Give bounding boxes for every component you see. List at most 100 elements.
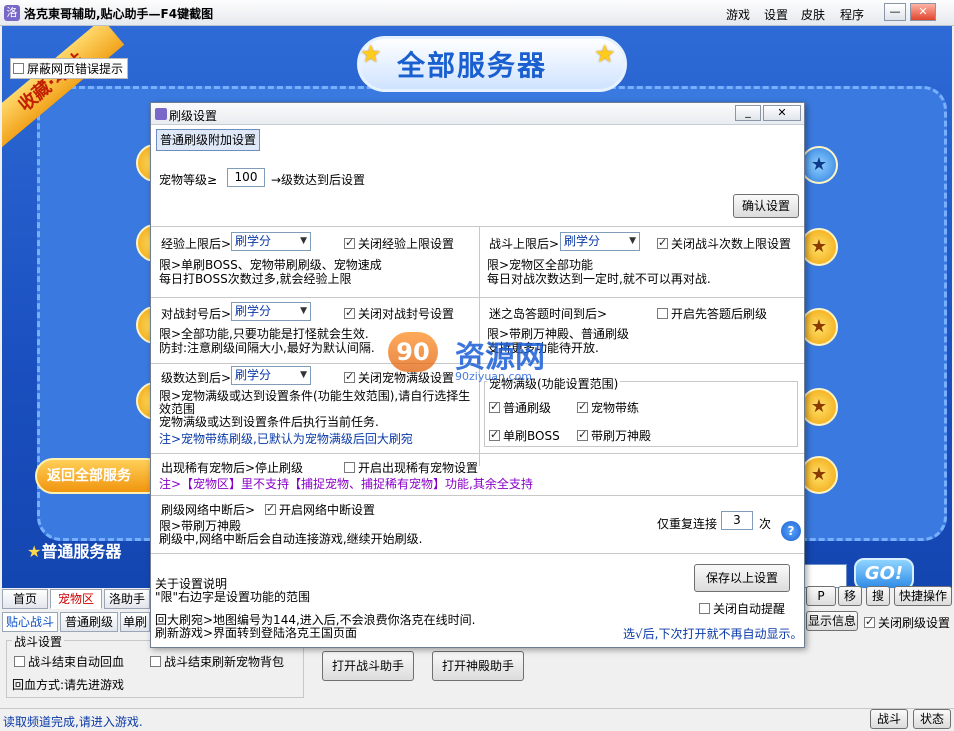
pet-full-divine-toggle[interactable]: 带刷万神殿 [577, 427, 651, 444]
tab-normal-level-extra[interactable]: 普通刷级附加设置 [156, 129, 260, 151]
dialog-close-button[interactable]: ✕ [763, 105, 801, 121]
net-desc-1: 限>带刷万神殿 [159, 519, 242, 533]
tab-pet-zone[interactable]: 宠物区 [50, 589, 102, 609]
level-reach-select[interactable]: 刷学分 [231, 366, 311, 385]
checkbox[interactable] [344, 236, 355, 249]
save-settings-button[interactable]: 保存以上设置 [694, 564, 790, 592]
battle-limit-label: 战斗上限后> [489, 237, 560, 251]
help-icon[interactable]: ? [781, 521, 801, 541]
level-reach-desc-1: 限>宠物满级或达到设置条件(功能生效范围),请自行选择生 [159, 389, 471, 403]
menu-skin[interactable]: 皮肤 [801, 6, 825, 23]
refresh-pet-bag-toggle[interactable]: 战斗结束刷新宠物背包 [150, 653, 284, 670]
pet-level-label: 宠物等级≥ [159, 173, 218, 187]
dialog-titlebar: 刷级设置 _ ✕ [151, 103, 804, 125]
checkbox[interactable] [489, 400, 500, 413]
tab-home[interactable]: 首页 [2, 589, 48, 609]
about-line-1: 关于设置说明 [155, 577, 228, 591]
ban-select[interactable]: 刷学分 [231, 302, 311, 321]
status-state-button[interactable]: 状态 [913, 709, 951, 729]
close-battle-limit-toggle[interactable]: 关闭战斗次数上限设置 [657, 235, 791, 252]
level-reach-desc-2: 效范围 [159, 402, 196, 416]
minimize-button[interactable]: — [884, 3, 906, 21]
menu-program[interactable]: 程序 [840, 6, 864, 23]
dialog-minimize-button[interactable]: _ [735, 105, 761, 121]
auto-heal-toggle[interactable]: 战斗结束自动回血 [14, 653, 124, 670]
checkbox[interactable] [344, 370, 355, 383]
checkbox[interactable] [150, 656, 161, 667]
ban-label: 对战封号后> [161, 307, 232, 321]
checkbox[interactable] [657, 236, 668, 249]
checkbox[interactable] [699, 603, 710, 614]
status-battle-button[interactable]: 战斗 [870, 709, 908, 729]
pet-full-solo-boss-label: 单刷BOSS [503, 429, 560, 443]
normal-server-label[interactable]: ★普通服务器 [27, 538, 121, 562]
checkbox[interactable] [577, 400, 588, 413]
close-level-setting-label: 关闭刷级设置 [878, 616, 951, 630]
close-ban-toggle[interactable]: 关闭对战封号设置 [344, 305, 454, 322]
rare-pet-toggle-label: 开启出现稀有宠物设置 [358, 461, 479, 475]
back-all-servers-button[interactable]: 返回全部服务 [35, 458, 165, 494]
server-star-icon[interactable]: ★ [800, 228, 838, 266]
exp-limit-desc-1: 限>单刷BOSS、宠物带刷刷级、宠物速成 [159, 258, 382, 272]
pet-level-suffix: →级数达到后设置 [271, 173, 366, 187]
quick-action-button[interactable]: 快捷操作 [894, 586, 952, 606]
normal-server-text: 普通服务器 [41, 542, 122, 561]
menu-settings[interactable]: 设置 [764, 6, 788, 23]
checkbox[interactable] [265, 502, 276, 515]
maze-answer-first-toggle[interactable]: 开启先答题后刷级 [657, 305, 767, 322]
checkbox[interactable] [577, 428, 588, 441]
checkbox[interactable] [864, 615, 875, 628]
close-auto-tip-toggle[interactable]: 关闭自动提醒 [699, 600, 785, 617]
exp-limit-select[interactable]: 刷学分 [231, 232, 311, 251]
close-battle-limit-label: 关闭战斗次数上限设置 [671, 237, 792, 251]
dialog-body: 普通刷级附加设置 宠物等级≥ 100 →级数达到后设置 确认设置 经验上限后> … [151, 125, 804, 647]
maze-answer-first-label: 开启先答题后刷级 [671, 307, 768, 321]
tab-normal-level[interactable]: 普通刷级 [60, 612, 118, 632]
checkbox[interactable] [657, 308, 668, 319]
battle-limit-select[interactable]: 刷学分 [560, 232, 640, 251]
screen-error-label: 屏蔽网页错误提示 [27, 62, 124, 76]
search-button[interactable]: 搜 [866, 586, 890, 606]
show-info-button[interactable]: 显示信息 [806, 611, 858, 631]
back-button-label: 返回全部服务 [47, 468, 131, 484]
ban-desc-2: 防封:注意刷级间隔大小,最好为默认间隔. [159, 341, 375, 355]
heal-method: 回血方式:请先进游戏 [12, 678, 125, 692]
pet-level-input[interactable]: 100 [227, 168, 265, 187]
rare-pet-toggle[interactable]: 开启出现稀有宠物设置 [344, 459, 478, 476]
banner-title: 全部服务器 [397, 49, 548, 82]
net-interrupt-toggle[interactable]: 开启网络中断设置 [265, 501, 375, 518]
checkbox[interactable] [344, 462, 355, 473]
battle-settings-title: 战斗设置 [12, 633, 65, 650]
checkbox[interactable] [13, 63, 24, 74]
checkbox[interactable] [14, 656, 25, 667]
checkbox[interactable] [489, 428, 500, 441]
pet-full-pet-train-toggle[interactable]: 宠物带练 [577, 399, 639, 416]
auto-heal-label: 战斗结束自动回血 [28, 655, 125, 669]
retry-count-input[interactable]: 3 [721, 511, 753, 530]
server-star-icon[interactable]: ★ [800, 308, 838, 346]
close-level-setting-toggle[interactable]: 关闭刷级设置 [864, 614, 950, 631]
tab-smart-battle[interactable]: 贴心战斗 [2, 612, 58, 632]
tab-solo[interactable]: 单刷 [120, 612, 150, 632]
go-button[interactable]: GO! [854, 558, 914, 588]
pet-full-normal-level-toggle[interactable]: 普通刷级 [489, 399, 551, 416]
pet-full-solo-boss-toggle[interactable]: 单刷BOSS [489, 427, 560, 444]
battle-limit-desc-1: 限>宠物区全部功能 [487, 258, 594, 272]
open-divine-helper-button[interactable]: 打开神殿助手 [432, 651, 524, 681]
confirm-settings-button[interactable]: 确认设置 [733, 194, 799, 218]
menu-game[interactable]: 游戏 [726, 6, 750, 23]
server-star-icon[interactable]: ★ [800, 388, 838, 426]
p-button[interactable]: P [806, 586, 836, 606]
screen-error-toggle[interactable]: 屏蔽网页错误提示 [10, 58, 129, 79]
level-reach-desc-3: 宠物满级或达到设置条件后执行当前任务. [159, 415, 379, 429]
main-titlebar: 洛 洛克東哥辅助,贴心助手—F4键截图 游戏 设置 皮肤 程序 — ✕ [0, 0, 954, 26]
dialog-icon [155, 108, 167, 120]
move-button[interactable]: 移 [838, 586, 862, 606]
open-battle-helper-button[interactable]: 打开战斗助手 [322, 651, 414, 681]
checkbox[interactable] [344, 306, 355, 319]
tab-rock-helper[interactable]: 洛助手 [104, 589, 150, 609]
close-exp-limit-toggle[interactable]: 关闭经验上限设置 [344, 235, 454, 252]
server-star-icon[interactable]: ★ [800, 456, 838, 494]
close-button[interactable]: ✕ [910, 3, 936, 21]
server-star-icon[interactable]: ★ [800, 146, 838, 184]
